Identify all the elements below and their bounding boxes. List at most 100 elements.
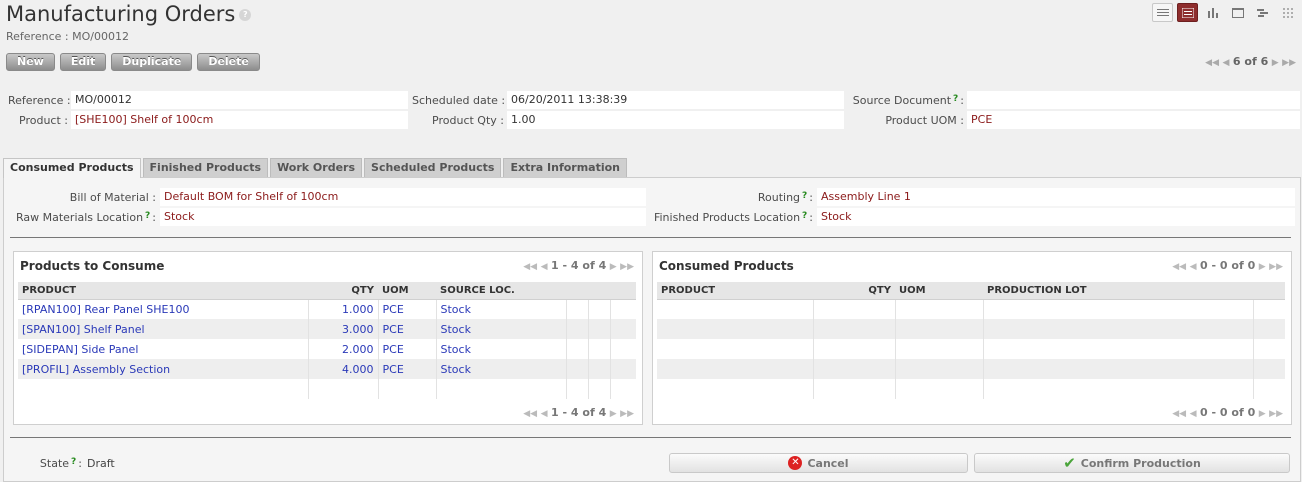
column-header[interactable]: PRODUCT [657,282,813,300]
empty-row [657,339,1285,359]
table-row[interactable]: [RPAN100] Rear Panel SHE100 1.000 PCE St… [18,299,636,319]
next-page-icon[interactable]: ▶ [1259,409,1266,419]
first-page-icon[interactable]: ◀◀ [1172,409,1186,419]
scheduled-date-label: Scheduled date : [412,94,506,107]
location-cell: Stock [436,359,567,379]
gantt-view-button[interactable] [1252,3,1273,22]
last-page-icon[interactable]: ▶▶ [1269,262,1283,272]
tab-extra-information[interactable]: Extra Information [503,158,628,177]
first-page-icon[interactable]: ◀◀ [523,409,537,419]
divider [10,237,1291,238]
help-icon[interactable]: ? [239,9,252,21]
column-header[interactable]: PRODUCT [18,282,308,300]
last-record-icon[interactable]: ▶▶ [1282,58,1296,68]
list-icon [1156,8,1169,16]
help-tooltip-icon[interactable]: ? [802,211,807,221]
finished-products-location-label: Finished Products Location?: [653,211,813,224]
source-document-field[interactable] [967,91,1300,109]
next-record-icon[interactable]: ▶ [1272,58,1279,68]
last-page-icon[interactable]: ▶▶ [1269,409,1283,419]
grid-pager-bottom: ◀◀ ◀ 1 - 4 of 4 ▶ ▶▶ [523,406,634,419]
first-page-icon[interactable]: ◀◀ [1172,262,1186,272]
diagram-view-button[interactable] [1277,3,1298,22]
delete-button[interactable]: Delete [197,53,260,71]
last-page-icon[interactable]: ▶▶ [620,409,634,419]
cancel-button[interactable]: ✕ Cancel [669,453,968,473]
product-uom-label: Product UOM : [885,114,964,127]
product-uom-field[interactable]: PCE [967,111,1300,129]
column-header[interactable]: PRODUCTION LOT [983,282,1253,300]
location-cell: Stock [436,319,567,339]
qty-cell: 4.000 [308,359,379,379]
tab-consumed-products[interactable]: Consumed Products [3,158,141,178]
product-cell[interactable]: [PROFIL] Assembly Section [18,359,309,379]
column-header[interactable]: UOM [378,282,436,300]
raw-materials-location-field[interactable]: Stock [160,208,646,226]
prev-page-icon[interactable]: ◀ [541,409,548,419]
finished-products-location-field[interactable]: Stock [817,208,1295,226]
last-page-icon[interactable]: ▶▶ [620,262,634,272]
empty-row [657,359,1285,379]
empty-row [18,379,636,399]
consumed-products-grid: Consumed Products ◀◀ ◀ 0 - 0 of 0 ▶ ▶▶ P… [652,251,1292,425]
help-tooltip-icon[interactable]: ? [71,457,76,467]
empty-row [657,379,1285,399]
page-title: Manufacturing Orders? [6,2,252,26]
product-cell[interactable]: [SPAN100] Shelf Panel [18,319,309,339]
tab-scheduled-products[interactable]: Scheduled Products [364,158,502,177]
duplicate-button[interactable]: Duplicate [111,53,193,71]
bom-field[interactable]: Default BOM for Shelf of 100cm [160,188,646,206]
routing-field[interactable]: Assembly Line 1 [817,188,1295,206]
products-to-consume-grid: Products to Consume ◀◀ ◀ 1 - 4 of 4 ▶ ▶▶… [13,251,643,425]
first-page-icon[interactable]: ◀◀ [523,262,537,272]
form-view-button[interactable] [1177,3,1198,22]
tab-work-orders[interactable]: Work Orders [270,158,363,177]
consumed-products-table: PRODUCT QTY UOM PRODUCTION LOT [657,282,1285,399]
help-tooltip-icon[interactable]: ? [802,191,807,201]
qty-cell: 2.000 [308,339,379,359]
product-cell[interactable]: [RPAN100] Rear Panel SHE100 [18,299,309,319]
table-row[interactable]: [SIDEPAN] Side Panel 2.000 PCE Stock [18,339,636,359]
empty-row [657,319,1285,339]
calendar-view-button[interactable] [1227,3,1248,22]
reference-field[interactable]: MO/00012 [71,91,408,109]
table-row[interactable]: [SPAN100] Shelf Panel 3.000 PCE Stock [18,319,636,339]
divider [10,437,1291,438]
column-header[interactable]: SOURCE LOC. [436,282,566,300]
column-header[interactable]: UOM [895,282,983,300]
product-qty-label: Product Qty : [432,114,504,127]
list-view-button[interactable] [1152,3,1173,22]
scheduled-date-field[interactable]: 06/20/2011 13:38:39 [507,91,844,109]
help-tooltip-icon[interactable]: ? [145,211,150,221]
product-qty-field[interactable]: 1.00 [507,111,844,129]
routing-label: Routing?: [757,191,813,204]
edit-button[interactable]: Edit [59,53,107,71]
dots-grid-icon [1282,7,1293,18]
tab-finished-products[interactable]: Finished Products [142,158,269,177]
prev-page-icon[interactable]: ◀ [1190,409,1197,419]
state-label: State?: [39,457,82,470]
first-record-icon[interactable]: ◀◀ [1205,58,1219,68]
product-label: Product : [19,114,68,127]
qty-cell: 1.000 [308,299,379,319]
graph-view-button[interactable] [1202,3,1223,22]
qty-cell: 3.000 [308,319,379,339]
next-page-icon[interactable]: ▶ [610,409,617,419]
product-field[interactable]: [SHE100] Shelf of 100cm [71,111,408,129]
help-tooltip-icon[interactable]: ? [953,94,958,104]
confirm-production-button[interactable]: ✔ Confirm Production [974,453,1290,473]
next-page-icon[interactable]: ▶ [610,262,617,272]
product-cell[interactable]: [SIDEPAN] Side Panel [18,339,309,359]
column-header[interactable]: QTY [308,282,378,300]
gantt-icon [1256,8,1268,17]
prev-page-icon[interactable]: ◀ [541,262,548,272]
table-row[interactable]: [PROFIL] Assembly Section 4.000 PCE Stoc… [18,359,636,379]
action-toolbar: New Edit Duplicate Delete [6,53,260,71]
bom-label: Bill of Material : [69,191,156,204]
prev-record-icon[interactable]: ◀ [1223,58,1230,68]
prev-page-icon[interactable]: ◀ [1190,262,1197,272]
column-header[interactable]: QTY [813,282,895,300]
new-button[interactable]: New [6,53,55,71]
location-cell: Stock [436,299,567,319]
next-page-icon[interactable]: ▶ [1259,262,1266,272]
